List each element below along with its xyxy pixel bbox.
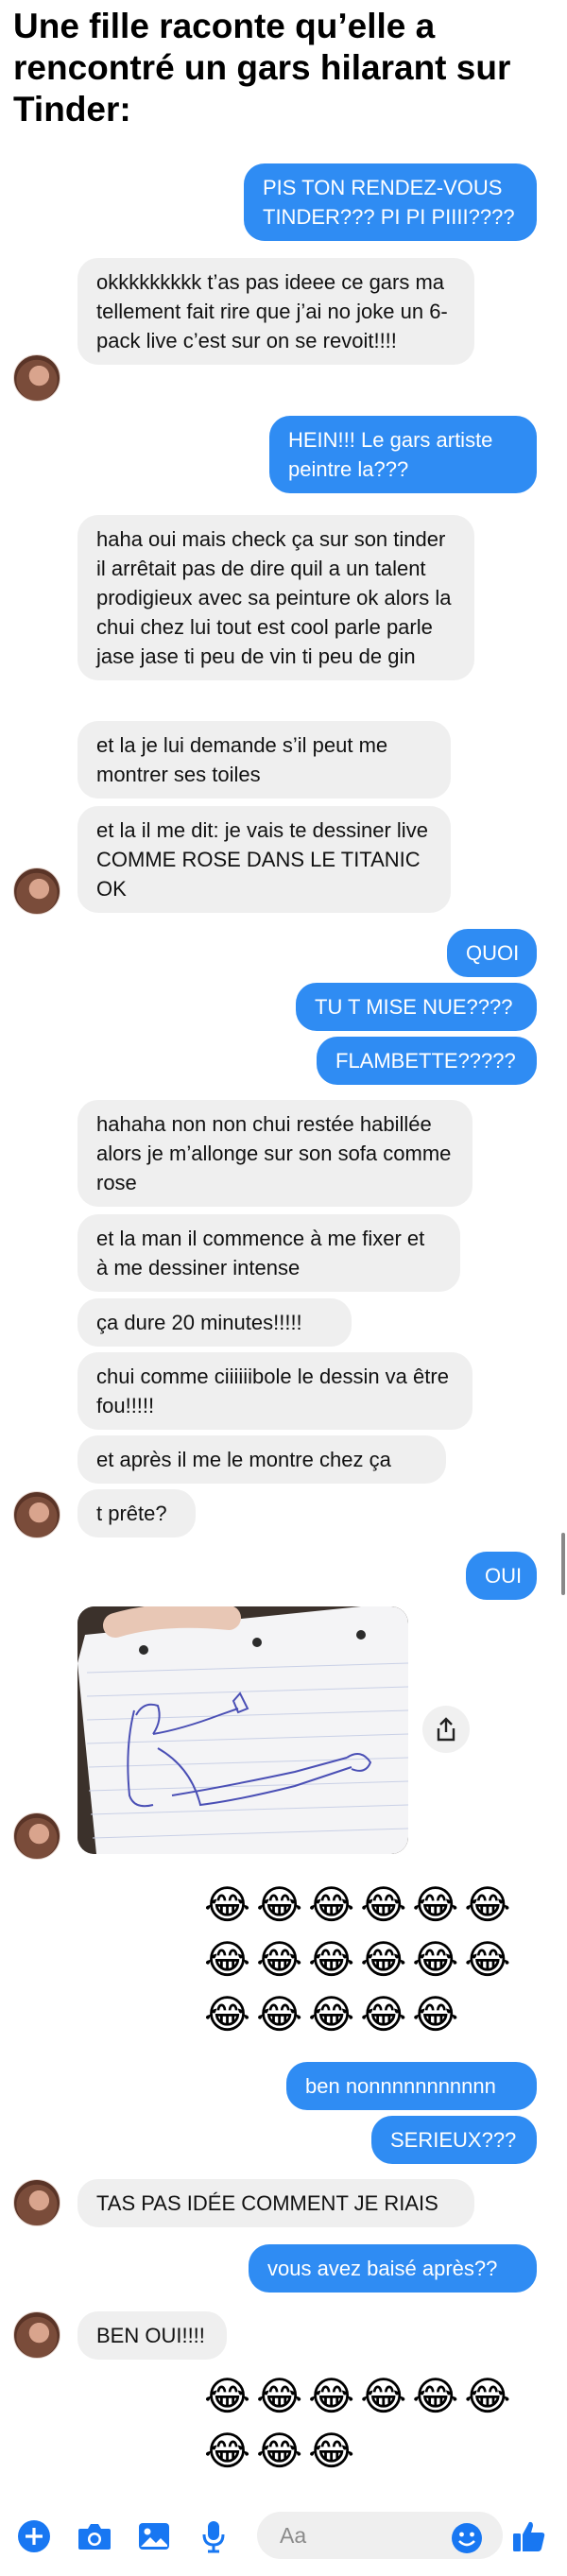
- outgoing-message[interactable]: HEIN!!! Le gars artiste peintre la???: [269, 416, 537, 493]
- emoji-message[interactable]: 😂😂😂: [204, 2427, 360, 2476]
- incoming-message[interactable]: haha oui mais check ça sur son tinder il…: [77, 515, 474, 680]
- incoming-message[interactable]: et après il me le montre chez ça: [77, 1435, 446, 1484]
- like-icon: [513, 2521, 545, 2551]
- incoming-message[interactable]: hahaha non non chui restée habillée alor…: [77, 1100, 472, 1207]
- incoming-message[interactable]: TAS PAS IDÉE COMMENT JE RIAIS: [77, 2179, 474, 2227]
- outgoing-message[interactable]: OUI: [466, 1552, 537, 1600]
- microphone-button[interactable]: [195, 2517, 232, 2555]
- camera-icon: [78, 2524, 111, 2550]
- outgoing-message[interactable]: TU T MISE NUE????: [296, 983, 537, 1031]
- incoming-message[interactable]: et la il me dit: je vais te dessiner liv…: [77, 806, 451, 913]
- like-button[interactable]: [510, 2517, 548, 2555]
- scrollbar[interactable]: [561, 1533, 565, 1595]
- plus-icon: [18, 2520, 50, 2552]
- outgoing-message[interactable]: PIS TON RENDEZ-VOUS TINDER??? PI PI PIII…: [244, 163, 537, 241]
- outgoing-message[interactable]: ben nonnnnnnnnnnn: [286, 2062, 537, 2110]
- emoji-button[interactable]: [448, 2519, 486, 2557]
- share-icon: [437, 1717, 455, 1742]
- emoji-message[interactable]: 😂😂😂😂😂😂: [204, 1935, 516, 1984]
- incoming-message[interactable]: t prête?: [77, 1489, 196, 1537]
- avatar[interactable]: [13, 354, 60, 402]
- emoji-message[interactable]: 😂😂😂😂😂😂: [204, 2372, 516, 2421]
- avatar[interactable]: [13, 867, 60, 915]
- incoming-message[interactable]: BEN OUI!!!!: [77, 2311, 227, 2360]
- outgoing-message[interactable]: FLAMBETTE?????: [317, 1037, 537, 1085]
- emoji-message[interactable]: 😂😂😂😂😂😂: [204, 1880, 516, 1930]
- incoming-message[interactable]: ça dure 20 minutes!!!!!: [77, 1298, 352, 1347]
- emoji-message[interactable]: 😂😂😂😂😂: [204, 1990, 464, 2039]
- avatar[interactable]: [13, 1812, 60, 1860]
- incoming-message[interactable]: et la man il commence à me fixer et à me…: [77, 1214, 460, 1292]
- incoming-message[interactable]: okkkkkkkkk t’as pas ideee ce gars ma tel…: [77, 258, 474, 365]
- share-button[interactable]: [422, 1706, 470, 1753]
- microphone-icon: [202, 2521, 225, 2553]
- incoming-message[interactable]: chui comme ciiiiiibole le dessin va être…: [77, 1352, 472, 1430]
- incoming-message[interactable]: et la je lui demande s’il peut me montre…: [77, 721, 451, 799]
- avatar[interactable]: [13, 1491, 60, 1538]
- gallery-icon: [139, 2523, 169, 2550]
- page-title: Une fille raconte qu’elle a rencontré un…: [13, 7, 511, 129]
- emoji-icon: [452, 2523, 482, 2553]
- outgoing-message[interactable]: SERIEUX???: [371, 2116, 537, 2164]
- avatar[interactable]: [13, 2311, 60, 2359]
- camera-button[interactable]: [76, 2517, 113, 2555]
- gallery-button[interactable]: [135, 2517, 173, 2555]
- avatar[interactable]: [13, 2179, 60, 2226]
- outgoing-message[interactable]: vous avez baisé après??: [249, 2244, 537, 2293]
- outgoing-message[interactable]: QUOI: [447, 929, 537, 977]
- plus-button[interactable]: [15, 2517, 53, 2555]
- drawing-photo[interactable]: [77, 1606, 408, 1854]
- composer-bar: Aa: [0, 2495, 567, 2576]
